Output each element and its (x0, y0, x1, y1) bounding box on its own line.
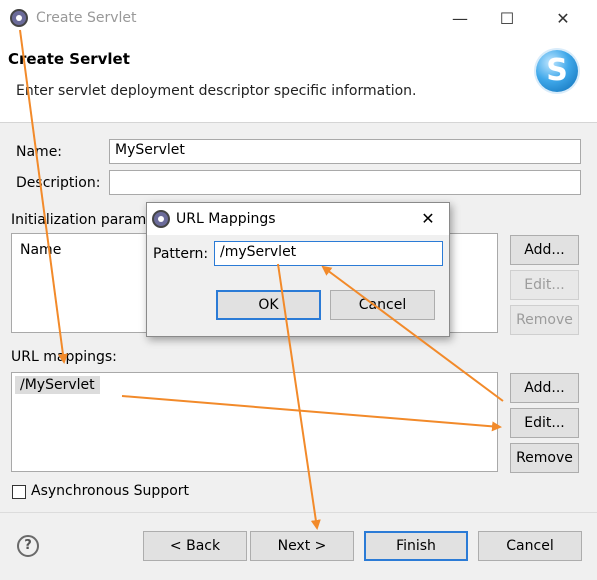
page-description: Enter servlet deployment descriptor spec… (16, 83, 417, 99)
description-field[interactable] (109, 170, 581, 195)
dialog-ok-button[interactable]: OK (216, 290, 321, 320)
dialog-app-icon (152, 210, 170, 228)
back-button[interactable]: < Back (143, 531, 247, 561)
minimize-icon[interactable]: — (445, 6, 475, 32)
next-button[interactable]: Next > (250, 531, 354, 561)
pattern-input[interactable]: /myServlet (214, 241, 443, 266)
page-title: Create Servlet (8, 50, 130, 68)
init-remove-button[interactable]: Remove (510, 305, 579, 335)
cancel-button[interactable]: Cancel (478, 531, 582, 561)
dialog-close-icon[interactable]: ✕ (415, 207, 441, 231)
init-add-button[interactable]: Add... (510, 235, 579, 265)
footer-divider (0, 512, 597, 513)
maximize-icon[interactable]: ☐ (492, 6, 522, 32)
init-params-label: Initialization param (11, 212, 147, 228)
dialog-cancel-button[interactable]: Cancel (330, 290, 435, 320)
async-label: Asynchronous Support (31, 483, 190, 499)
list-item[interactable]: /MyServlet (15, 376, 100, 394)
window-title: Create Servlet (36, 10, 137, 26)
async-checkbox[interactable] (12, 485, 26, 499)
description-label: Description: (16, 175, 101, 191)
init-edit-button[interactable]: Edit... (510, 270, 579, 300)
url-mappings-list[interactable]: /MyServlet (11, 372, 498, 472)
name-label: Name: (16, 144, 63, 160)
url-remove-button[interactable]: Remove (510, 443, 579, 473)
url-mappings-label: URL mappings: (11, 349, 117, 365)
column-header-name[interactable]: Name (20, 242, 61, 258)
dialog-title: URL Mappings (176, 211, 276, 227)
finish-button[interactable]: Finish (364, 531, 468, 561)
url-mappings-dialog: URL Mappings ✕ Pattern: /myServlet OK Ca… (146, 202, 450, 337)
pattern-label: Pattern: (153, 246, 209, 262)
close-icon[interactable]: ✕ (548, 6, 578, 32)
help-icon[interactable]: ? (17, 535, 39, 557)
eclipse-app-icon (10, 9, 28, 27)
url-add-button[interactable]: Add... (510, 373, 579, 403)
url-edit-button[interactable]: Edit... (510, 408, 579, 438)
name-field[interactable]: MyServlet (109, 139, 581, 164)
servlet-logo-icon: S (536, 50, 578, 92)
